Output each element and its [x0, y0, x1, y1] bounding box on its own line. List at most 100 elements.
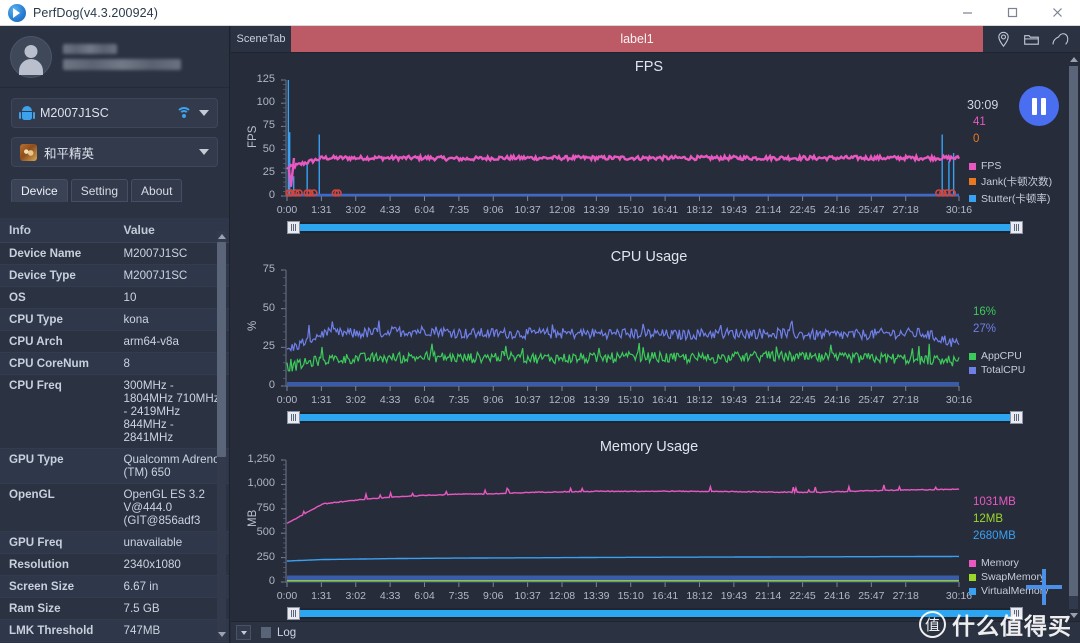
- charts-scrollbar-thumb[interactable]: [1069, 66, 1078, 596]
- elapsed-time: 30:09: [967, 98, 999, 112]
- device-select[interactable]: M2007J1SC: [11, 98, 218, 128]
- y-axis-label: MB: [247, 510, 259, 528]
- chart-range-handle-left[interactable]: [287, 221, 300, 234]
- chart-plot: [281, 459, 960, 587]
- info-scroll-up-button[interactable]: [217, 231, 226, 242]
- android-icon: [18, 106, 35, 120]
- legend-label: FPS: [981, 160, 1002, 172]
- y-axis-label: FPS: [247, 125, 259, 148]
- table-row[interactable]: CPU Freq 300MHz - 1804MHz 710MHz - 2419MH…: [0, 374, 229, 449]
- current-value: 27%: [973, 323, 997, 335]
- legend-label: Jank(卡顿次数): [981, 176, 1053, 188]
- chart-range-handle-right[interactable]: [1010, 221, 1023, 234]
- charts-scroll-down-button[interactable]: [1069, 610, 1078, 621]
- info-key: CPU CoreNum: [0, 352, 115, 375]
- legend-item[interactable]: TotalCPU: [969, 364, 1025, 376]
- location-pin-icon[interactable]: [995, 31, 1012, 48]
- chart-time-scrollbar[interactable]: [287, 411, 1023, 424]
- chart-1: FPS 0 25 50 75 100 125 0:00 1:31 3:02 4:33 6:04 7:35…: [231, 54, 1067, 244]
- table-row[interactable]: CPU CoreNum 8: [0, 352, 229, 375]
- table-row[interactable]: Resolution 2340x1080: [0, 553, 229, 576]
- window-controls: [945, 0, 1080, 26]
- info-scroll-down-button[interactable]: [217, 629, 226, 640]
- label-tab[interactable]: label1: [291, 26, 984, 52]
- chart-time-range-fill[interactable]: [296, 610, 1014, 617]
- chart-time-range-fill[interactable]: [296, 224, 1014, 231]
- info-value: 8: [114, 352, 229, 375]
- table-row[interactable]: LMK Threshold 747MB: [0, 619, 229, 642]
- user-name-redacted: [63, 43, 181, 70]
- tab-device[interactable]: Device: [11, 179, 68, 202]
- table-row[interactable]: GPU Type Qualcomm Adreno (TM) 650: [0, 448, 229, 484]
- minimize-button[interactable]: [945, 0, 990, 26]
- legend-item[interactable]: Memory: [969, 557, 1049, 569]
- legend-item[interactable]: FPS: [969, 160, 1052, 172]
- legend-swatch: [969, 573, 976, 581]
- chart-range-handle-left[interactable]: [287, 411, 300, 424]
- perfdog-window: PerfDog(v4.3.200924) M2007J1SC 和平精英 Devi…: [0, 0, 1080, 643]
- legend-item[interactable]: Stutter(卡顿率): [969, 191, 1052, 206]
- info-value: 7.5 GB: [114, 597, 229, 620]
- info-value: arm64-v8a: [114, 330, 229, 353]
- charts-scrollbar[interactable]: [1067, 54, 1080, 621]
- wifi-icon: [176, 107, 192, 119]
- chart-plot: [281, 269, 960, 391]
- pause-button[interactable]: [1019, 86, 1059, 126]
- chart-time-scrollbar[interactable]: [287, 607, 1023, 620]
- info-value: kona: [114, 308, 229, 331]
- chart-range-handle-right[interactable]: [1010, 607, 1023, 620]
- app-select-value: 和平精英: [44, 146, 95, 161]
- info-key: CPU Freq: [0, 374, 115, 449]
- status-bar: Log: [231, 621, 1080, 643]
- table-row[interactable]: CPU Arch arm64-v8a: [0, 330, 229, 353]
- scene-tab-label[interactable]: SceneTab: [231, 26, 291, 52]
- info-value: Qualcomm Adreno (TM) 650: [114, 448, 229, 484]
- info-key: OS: [0, 286, 115, 309]
- chevron-down-icon: [199, 110, 209, 116]
- window-title: PerfDog(v4.3.200924): [33, 5, 158, 20]
- add-chart-button[interactable]: [1026, 569, 1062, 605]
- chart-time-scrollbar[interactable]: [287, 221, 1023, 234]
- sidebar-tabs: Device Setting About: [0, 176, 229, 202]
- legend-item[interactable]: AppCPU: [969, 350, 1025, 362]
- chart-time-range-fill[interactable]: [296, 414, 1014, 421]
- table-row[interactable]: GPU Freq unavailable: [0, 531, 229, 554]
- legend-swatch: [969, 195, 976, 202]
- table-row[interactable]: Ram Size 7.5 GB: [0, 597, 229, 620]
- col-info: Info: [0, 218, 115, 243]
- table-row[interactable]: Device Name M2007J1SC: [0, 242, 229, 265]
- chart-plot: [281, 79, 961, 201]
- chart-legend: FPS Jank(卡顿次数) Stutter(卡顿率): [969, 160, 1052, 208]
- info-key: LMK Threshold: [0, 619, 115, 642]
- info-key: Resolution: [0, 553, 115, 576]
- scene-bar: SceneTab label1: [231, 26, 1080, 53]
- info-value: unavailable: [114, 531, 229, 554]
- cloud-icon[interactable]: [1051, 31, 1069, 48]
- folder-icon[interactable]: [1023, 31, 1040, 48]
- tab-setting[interactable]: Setting: [70, 179, 129, 202]
- close-button[interactable]: [1035, 0, 1080, 26]
- app-select[interactable]: 和平精英: [11, 137, 218, 167]
- info-key: Screen Size: [0, 575, 115, 598]
- table-row[interactable]: Screen Size 6.67 in: [0, 575, 229, 598]
- table-row[interactable]: OS 10: [0, 286, 229, 309]
- current-value: 12MB: [973, 513, 1004, 525]
- chart-range-handle-right[interactable]: [1010, 411, 1023, 424]
- maximize-button[interactable]: [990, 0, 1035, 26]
- tab-about[interactable]: About: [131, 179, 183, 202]
- chart-range-handle-left[interactable]: [287, 607, 300, 620]
- info-value: OpenGL ES 3.2 V@444.0 (GIT@856adf3: [114, 483, 229, 532]
- info-scrollbar-thumb[interactable]: [217, 242, 226, 457]
- table-row[interactable]: Device Type M2007J1SC: [0, 264, 229, 287]
- table-row[interactable]: OpenGL OpenGL ES 3.2 V@444.0 (GIT@856adf3: [0, 483, 229, 532]
- info-scrollbar[interactable]: [217, 242, 226, 629]
- sidebar: M2007J1SC 和平精英 Device Setting About Info…: [0, 26, 230, 643]
- col-value: Value: [114, 218, 229, 243]
- legend-item[interactable]: Jank(卡顿次数): [969, 174, 1052, 189]
- table-row[interactable]: CPU Type kona: [0, 308, 229, 331]
- scene-actions: [984, 26, 1080, 52]
- log-color-swatch: [261, 627, 271, 638]
- info-value: M2007J1SC: [114, 242, 229, 265]
- charts-scroll-up-button[interactable]: [1069, 54, 1078, 65]
- log-dropdown-button[interactable]: [236, 625, 251, 640]
